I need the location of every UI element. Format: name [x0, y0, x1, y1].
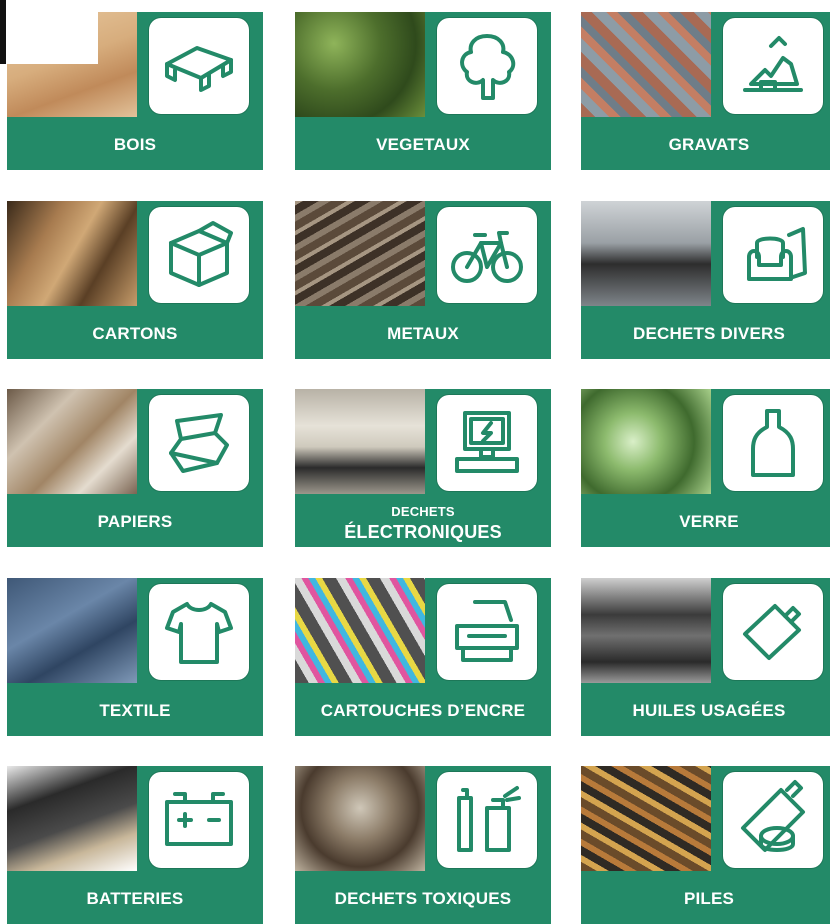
tile-label-line2: ÉLECTRONIQUES	[344, 522, 502, 542]
battery-photo	[7, 766, 137, 871]
denim-photo	[7, 578, 137, 683]
toxic-products-icon	[437, 772, 537, 868]
oil-can-icon	[723, 584, 823, 680]
tile-verre[interactable]: VERRE	[581, 389, 830, 547]
corner-overlay	[0, 0, 98, 64]
electronics-photo	[295, 389, 425, 494]
cardboard-box-icon	[149, 207, 249, 303]
tile-label: TEXTILE	[99, 701, 171, 720]
ink-cartridges-photo	[295, 578, 425, 683]
rubble-icon	[723, 18, 823, 114]
scrap-metal-photo	[295, 201, 425, 306]
waste-category-grid: BOIS VEGETAUX GRAVATS CARTONS METAUX DEC…	[0, 0, 830, 924]
tile-gravats[interactable]: GRAVATS	[581, 12, 830, 170]
tile-label: DECHETS TOXIQUES	[334, 889, 512, 908]
tile-label: CARTOUCHES D’ENCRE	[320, 701, 526, 720]
tile-label: PILES	[683, 889, 735, 908]
armchair-icon	[723, 207, 823, 303]
tile-label: PAPIERS	[97, 512, 173, 531]
bicycle-icon	[437, 207, 537, 303]
cardboard-photo	[7, 201, 137, 306]
tile-piles[interactable]: PILES	[581, 766, 830, 924]
piles-photo	[581, 766, 711, 871]
tile-cartons[interactable]: CARTONS	[7, 201, 263, 359]
tshirt-icon	[149, 584, 249, 680]
tile-dechets-toxiques[interactable]: DECHETS TOXIQUES	[295, 766, 551, 924]
tile-label: CARTONS	[92, 324, 178, 343]
tile-label: VERRE	[679, 512, 739, 531]
tile-label: DECHETS DIVERS	[632, 324, 786, 343]
bottle-icon	[723, 395, 823, 491]
tile-label: DECHETS ÉLECTRONIQUES	[295, 497, 551, 547]
cell-battery-icon	[723, 772, 823, 868]
tile-dechets-electroniques[interactable]: DECHETS ÉLECTRONIQUES	[295, 389, 551, 547]
tile-label-line1: DECHETS	[391, 504, 455, 519]
tile-label: VEGETAUX	[376, 135, 470, 154]
rubble-photo	[581, 12, 711, 117]
tile-label: METAUX	[387, 324, 459, 343]
mixed-waste-photo	[581, 201, 711, 306]
tile-metaux[interactable]: METAUX	[295, 201, 551, 359]
tile-textile[interactable]: TEXTILE	[7, 578, 263, 736]
paint-cans-photo	[295, 766, 425, 871]
tile-label: BATTERIES	[86, 889, 184, 908]
green-waste-photo	[295, 12, 425, 117]
tile-vegetaux[interactable]: VEGETAUX	[295, 12, 551, 170]
car-battery-icon	[149, 772, 249, 868]
tree-icon	[437, 18, 537, 114]
computer-icon	[437, 395, 537, 491]
tile-papiers[interactable]: PAPIERS	[7, 389, 263, 547]
tile-huiles-usagees[interactable]: HUILES USAGÉES	[581, 578, 830, 736]
tile-batteries[interactable]: BATTERIES	[7, 766, 263, 924]
tile-label: GRAVATS	[668, 135, 750, 154]
paper-photo	[7, 389, 137, 494]
folded-paper-icon	[149, 395, 249, 491]
tile-dechets-divers[interactable]: DECHETS DIVERS	[581, 201, 830, 359]
glass-photo	[581, 389, 711, 494]
wood-pallet-icon	[149, 18, 249, 114]
tile-label: BOIS	[113, 135, 157, 154]
tile-cartouches-encre[interactable]: CARTOUCHES D’ENCRE	[295, 578, 551, 736]
oil-cans-photo	[581, 578, 711, 683]
printer-icon	[437, 584, 537, 680]
tile-label: HUILES USAGÉES	[632, 701, 786, 720]
